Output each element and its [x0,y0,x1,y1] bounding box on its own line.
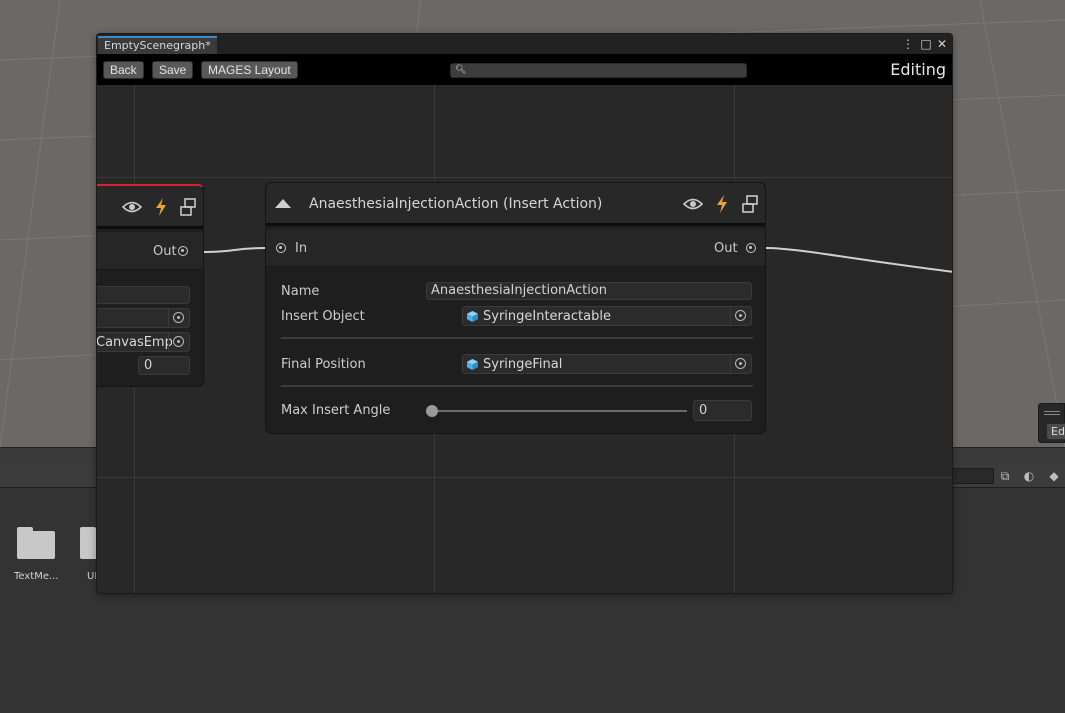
kebab-menu-icon[interactable]: ⋮ [901,36,915,52]
object-picker-icon[interactable] [735,358,746,369]
out-port[interactable] [178,246,188,256]
object-picker-icon[interactable] [173,336,184,347]
in-port[interactable] [276,243,286,253]
out-port-label: Out [714,241,738,256]
cube-icon [467,311,478,322]
final-position-value: SyringeFinal [483,357,563,372]
object-picker-icon[interactable] [173,312,184,323]
search-input[interactable] [467,64,743,77]
window-titlebar: EmptyScenegraph* ⋮ □ ✕ [97,34,952,54]
left-node-number-field[interactable]: 0 [138,356,190,375]
left-node-name-field[interactable] [97,286,190,304]
close-icon[interactable]: ✕ [935,36,949,52]
insert-object-field[interactable]: SyringeInteractable [462,306,752,326]
max-insert-angle-slider[interactable] [432,410,687,412]
drag-handle-icon[interactable] [1044,411,1060,415]
max-insert-angle-label: Max Insert Angle [281,403,391,418]
mages-layout-button[interactable]: MAGES Layout [201,61,298,79]
node-header [97,186,203,229]
floating-panel-fragment: Ed [1038,403,1065,443]
object-picker[interactable] [730,307,751,325]
save-button[interactable]: Save [152,61,194,79]
tag-icon[interactable]: ◆ [1045,468,1063,485]
left-node-object-field-2[interactable]: CanvasEmp [97,332,190,352]
editor-toolbar: Back Save MAGES Layout 🔍︎ Editing [97,54,952,85]
final-position-label: Final Position [281,357,366,372]
folder-label: TextMe... [14,571,59,582]
object-picker[interactable] [730,355,751,373]
filter-by-type-icon[interactable]: ⧉ [996,468,1014,485]
out-port[interactable] [746,243,756,253]
cube-icon [467,359,478,370]
link-icon[interactable] [740,194,760,214]
back-button[interactable]: Back [103,61,144,79]
lightning-icon[interactable] [712,194,732,214]
project-search-input[interactable] [950,468,994,484]
name-field[interactable]: AnaesthesiaInjectionAction [426,282,752,300]
field-divider [281,337,753,339]
insert-object-label: Insert Object [281,309,365,324]
mode-label: Editing [890,60,946,79]
search-icon: 🔍︎ [455,65,467,75]
wire-left-to-main [203,247,266,253]
slider-thumb[interactable] [426,405,438,417]
maximize-icon[interactable]: □ [919,36,933,52]
left-node-object-field[interactable] [97,308,190,328]
insert-action-node[interactable]: AnaesthesiaInjectionAction (Insert Actio… [265,182,766,434]
previous-action-node[interactable]: Out CanvasEmp 0 [97,184,204,387]
name-label: Name [281,284,320,299]
out-port-label: Out [153,244,177,259]
lightning-icon[interactable] [151,197,171,217]
node-search-box: 🔍︎ [450,63,747,78]
folder-icon[interactable] [17,527,55,559]
node-header: AnaesthesiaInjectionAction (Insert Actio… [266,183,765,226]
collapse-triangle-icon[interactable] [275,199,291,208]
tab-empty-scenegraph[interactable]: EmptyScenegraph* [98,36,217,54]
object-picker[interactable] [168,333,189,351]
node-title: AnaesthesiaInjectionAction (Insert Actio… [309,196,603,212]
object-picker[interactable] [168,309,189,327]
scenegraph-editor-window: EmptyScenegraph* ⋮ □ ✕ Back Save MAGES L… [96,33,953,594]
field-divider [281,385,753,387]
final-position-field[interactable]: SyringeFinal [462,354,752,374]
insert-object-value: SyringeInteractable [483,309,611,324]
max-insert-angle-field[interactable]: 0 [693,400,752,421]
in-port-label: In [295,241,308,256]
wire-main-to-next [765,247,952,273]
graph-canvas[interactable]: Out CanvasEmp 0 AnaesthesiaInjectionActi… [97,85,952,593]
object-picker-icon[interactable] [735,310,746,321]
eye-icon[interactable] [683,194,703,214]
link-icon[interactable] [178,197,198,217]
edit-button[interactable]: Ed [1046,423,1065,440]
main-node-port-row: In Out [266,229,765,267]
left-node-object-value: CanvasEmp [97,335,173,350]
filter-by-label-icon[interactable]: ◐ [1020,468,1038,485]
left-node-port-row: Out [97,232,203,270]
eye-icon[interactable] [122,197,142,217]
